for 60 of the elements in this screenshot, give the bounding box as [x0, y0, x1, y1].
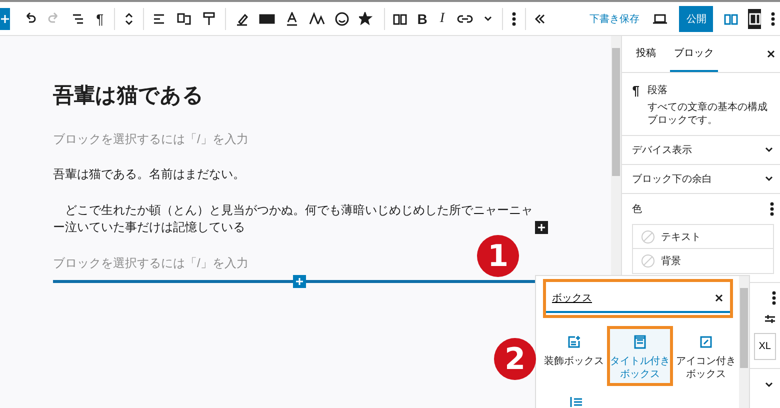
- up-down-icon[interactable]: [124, 10, 134, 26]
- italic-button[interactable]: I: [435, 10, 450, 26]
- panel-header[interactable]: ブロック下の余白: [622, 165, 780, 194]
- paint-roller-icon[interactable]: [202, 12, 216, 26]
- chevron-down-icon[interactable]: [483, 14, 494, 22]
- laptop-icon[interactable]: [652, 12, 668, 24]
- paragraph-icon: ¶: [632, 83, 640, 127]
- box-plus-icon[interactable]: [567, 335, 581, 349]
- panel-header[interactable]: デバイス表示: [622, 136, 780, 165]
- book-icon[interactable]: [393, 12, 408, 26]
- settings-panel-button[interactable]: [748, 8, 761, 28]
- more-options-icon[interactable]: [770, 202, 774, 216]
- add-block-button[interactable]: [535, 221, 548, 234]
- sidebar-tab[interactable]: 投稿: [632, 36, 660, 72]
- clear-icon[interactable]: [714, 293, 724, 303]
- panel-title: 色: [632, 203, 642, 216]
- link-icon[interactable]: [457, 14, 474, 24]
- search-input[interactable]: ボックス: [552, 292, 672, 304]
- publish-button[interactable]: 公開: [679, 6, 714, 32]
- document-icon[interactable]: [633, 335, 647, 349]
- block-name: 段落: [647, 84, 668, 97]
- sidebar-tab[interactable]: ブロック: [670, 36, 718, 72]
- paragraph-text[interactable]: どこで生れたか頓（とん）と見当がつかぬ。何でも薄暗いじめじめした所でニャーニャー泣いていた事だけは記憶している: [53, 202, 543, 236]
- smiley-icon[interactable]: [334, 12, 349, 26]
- chevron-down-icon[interactable]: [764, 175, 774, 183]
- block-description: すべての文章の基本の構成ブロックです。: [647, 101, 768, 127]
- block-result[interactable]: タイトル付きボックス: [607, 326, 673, 386]
- search-field[interactable]: ボックス: [546, 285, 730, 313]
- more-options-icon[interactable]: [772, 291, 776, 305]
- text-color-icon[interactable]: [284, 12, 299, 26]
- highlighter-icon[interactable]: [234, 12, 249, 26]
- plus-icon: [537, 223, 546, 232]
- panel-title: デバイス表示: [632, 144, 692, 157]
- star-icon[interactable]: [358, 12, 375, 26]
- save-draft-link[interactable]: 下書き保存: [589, 12, 640, 26]
- pencil-box-icon[interactable]: [699, 335, 713, 349]
- paragraph-text[interactable]: 吾輩は猫である。名前はまだない。: [53, 166, 543, 183]
- no-color-swatch-icon: [641, 230, 656, 244]
- plus-icon: [295, 277, 304, 286]
- block-result[interactable]: 装飾ボックス: [541, 326, 607, 386]
- size-option-button[interactable]: XL: [754, 333, 776, 360]
- scrollbar[interactable]: [739, 276, 749, 408]
- double-chevron-left-icon[interactable]: [534, 12, 546, 24]
- chevron-down-icon[interactable]: [764, 381, 774, 389]
- paragraph-button[interactable]: ¶: [93, 10, 107, 26]
- sliders-icon[interactable]: [764, 313, 776, 325]
- chevron-down-icon[interactable]: [764, 146, 774, 154]
- align-left-icon[interactable]: [152, 12, 166, 26]
- list-icon[interactable]: [569, 396, 583, 408]
- panel-title: ブロック下の余白: [632, 172, 712, 186]
- block-result[interactable]: アイコン付きボックス: [673, 326, 739, 386]
- more-options-icon[interactable]: [770, 12, 775, 26]
- list-view-icon[interactable]: [71, 12, 85, 26]
- post-title[interactable]: 吾輩は猫である: [53, 83, 612, 108]
- bold-button[interactable]: B: [415, 10, 430, 26]
- no-color-swatch-icon: [641, 254, 656, 268]
- more-options-icon[interactable]: [512, 12, 516, 26]
- insert-button[interactable]: [293, 275, 306, 288]
- close-icon[interactable]: [766, 49, 776, 59]
- transform-icon[interactable]: [176, 12, 192, 26]
